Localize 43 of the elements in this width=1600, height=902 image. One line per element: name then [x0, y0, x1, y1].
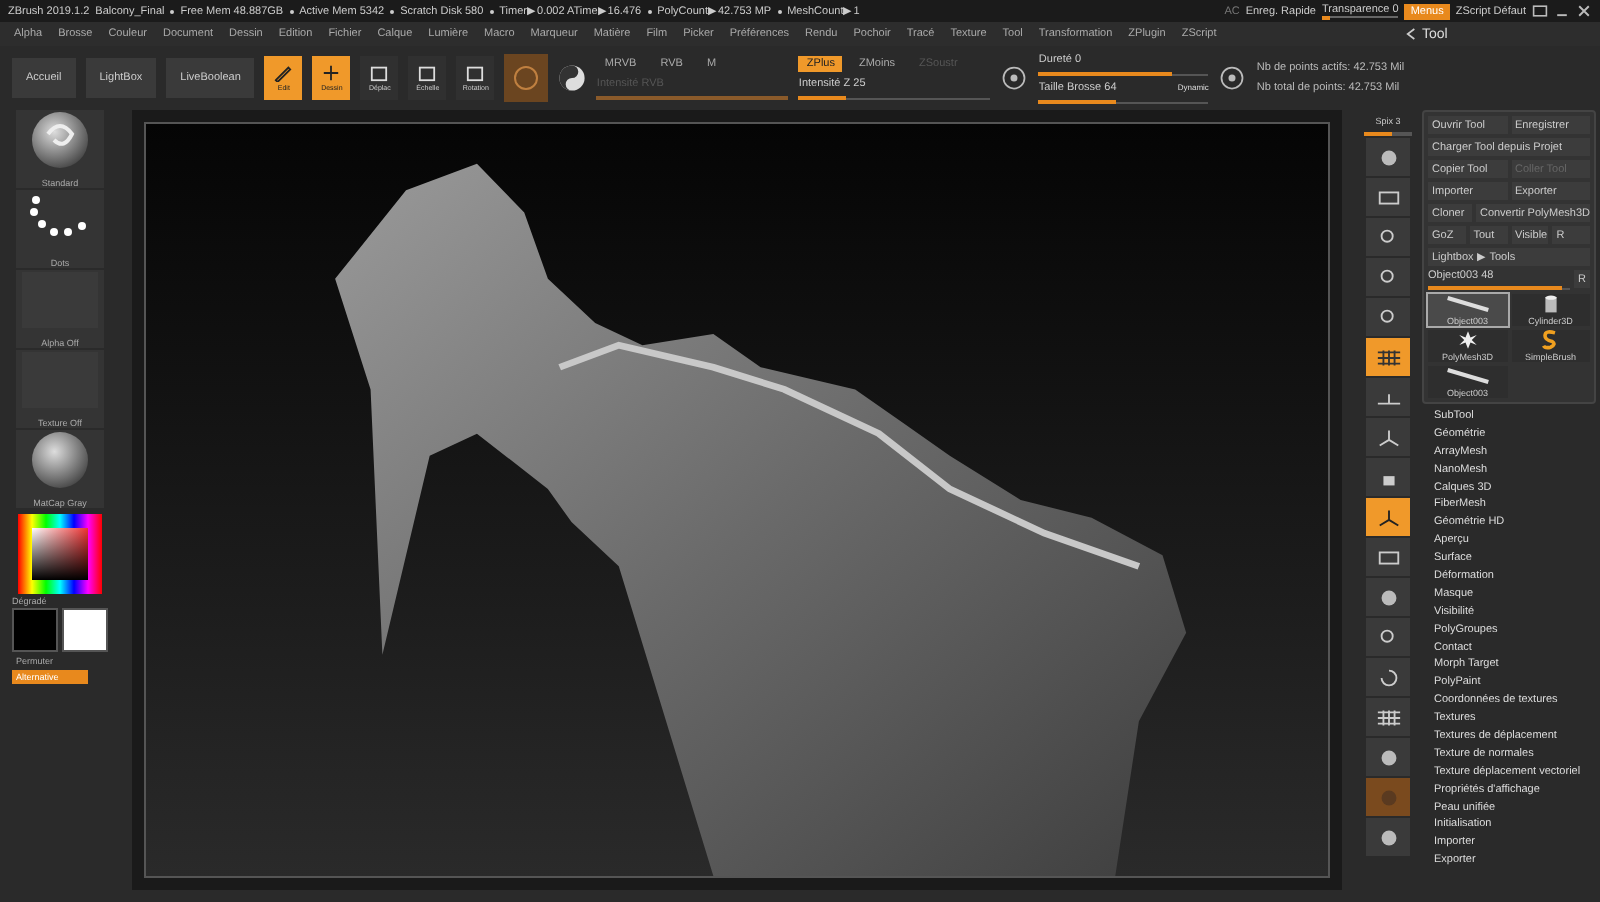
- viewport-button[interactable]: [1366, 218, 1410, 256]
- viewport-button[interactable]: [1366, 538, 1410, 576]
- bar-icon: [1445, 294, 1490, 314]
- star-icon: [1457, 330, 1478, 350]
- rotate-icon: [1375, 667, 1401, 687]
- grid-icon: [1375, 707, 1401, 727]
- viewport-button[interactable]: [1366, 578, 1410, 616]
- s-brush-icon: [1542, 330, 1559, 350]
- swirl-icon[interactable]: [558, 64, 587, 92]
- viewport-button[interactable]: [1366, 258, 1410, 296]
- color-picker[interactable]: [18, 514, 102, 594]
- viewport-button[interactable]: [1366, 338, 1410, 376]
- viewport-button[interactable]: [1366, 178, 1410, 216]
- cube-icon: [464, 64, 487, 82]
- axis-icon: [1375, 507, 1401, 527]
- cube-icon: [368, 64, 391, 82]
- viewport-button[interactable]: [1366, 698, 1410, 736]
- bar-icon: [1445, 366, 1490, 386]
- brush-circle-icon[interactable]: [1000, 64, 1029, 92]
- viewport-button[interactable]: [1366, 498, 1410, 536]
- pencil-icon: [272, 64, 295, 82]
- cross-icon: [320, 64, 343, 82]
- color-swatch[interactable]: [12, 608, 58, 652]
- window-icon[interactable]: [1532, 4, 1548, 18]
- axis-icon: [1375, 427, 1401, 447]
- grid-icon: [1375, 347, 1401, 367]
- viewport-button[interactable]: [1366, 738, 1410, 776]
- brush-circle-icon[interactable]: [1218, 64, 1247, 92]
- viewport-button[interactable]: [1366, 458, 1410, 496]
- viewport-button[interactable]: [1366, 418, 1410, 456]
- material-button[interactable]: [504, 54, 549, 102]
- viewport-button[interactable]: [1366, 138, 1410, 176]
- caret-icon: [1406, 28, 1416, 40]
- cylinder-icon: [1543, 294, 1558, 314]
- color-swatch[interactable]: [62, 608, 108, 652]
- cube-icon: [416, 64, 439, 82]
- viewport-button[interactable]: [1366, 298, 1410, 336]
- close-icon[interactable]: [1576, 4, 1592, 18]
- viewport-button[interactable]: [1366, 378, 1410, 416]
- frame-icon: [1375, 547, 1401, 567]
- viewport-button[interactable]: [1366, 618, 1410, 656]
- viewport-button[interactable]: [1366, 818, 1410, 856]
- viewport-button[interactable]: [1366, 658, 1410, 696]
